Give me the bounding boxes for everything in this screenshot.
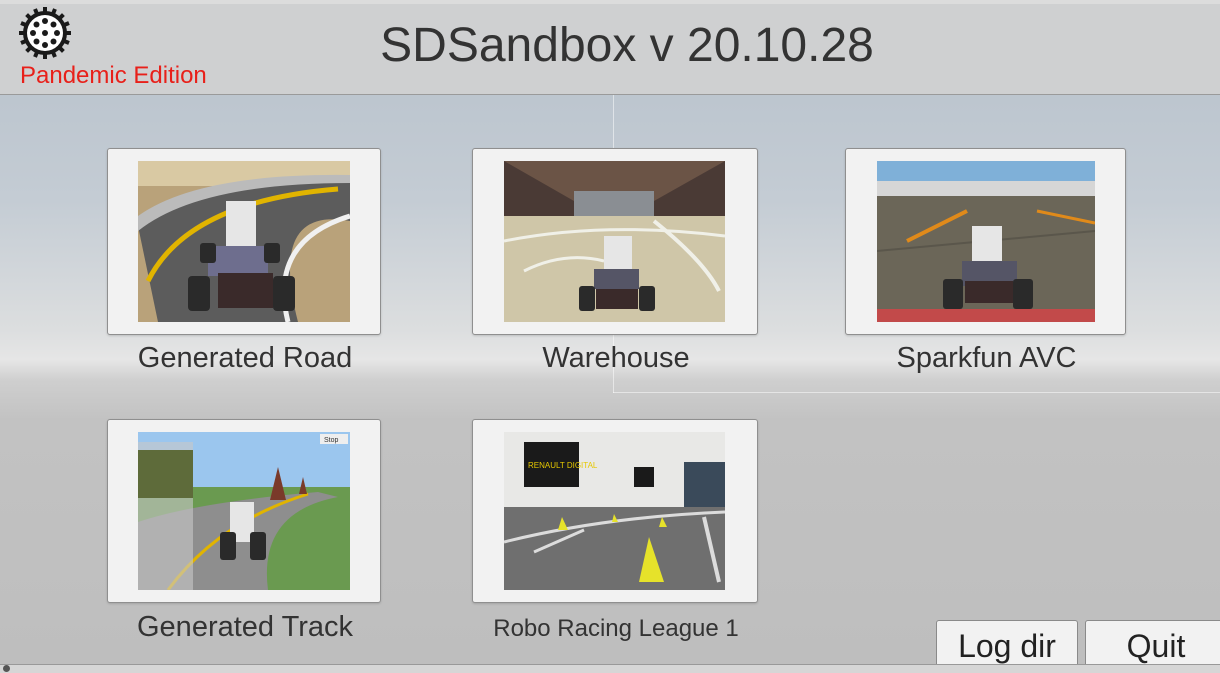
scene-card-generated-road[interactable] bbox=[107, 148, 381, 335]
generated-road-thumbnail bbox=[138, 161, 350, 322]
scene-card-warehouse[interactable] bbox=[472, 148, 758, 335]
renault-digital-sign: RENAULT DIGITAL bbox=[528, 461, 598, 470]
robo-racing-league-thumbnail: RENAULT DIGITAL bbox=[504, 432, 725, 590]
header-bar: Pandemic Edition SDSandbox v 20.10.28 bbox=[0, 4, 1220, 95]
track-stop-label: Stop bbox=[324, 437, 339, 444]
generated-track-thumbnail: Stop bbox=[138, 432, 350, 590]
sparkfun-avc-thumbnail bbox=[877, 161, 1095, 322]
scene-label-generated-road[interactable]: Generated Road bbox=[107, 342, 383, 375]
scene-label-robo-racing-league-1[interactable]: Robo Racing League 1 bbox=[472, 615, 760, 643]
scene-card-sparkfun-avc[interactable] bbox=[845, 148, 1126, 335]
scene-label-warehouse[interactable]: Warehouse bbox=[472, 342, 760, 375]
app-title: SDSandbox v 20.10.28 bbox=[380, 19, 874, 72]
scene-card-robo-racing-league-1[interactable]: RENAULT DIGITAL bbox=[472, 419, 758, 603]
info-icon bbox=[3, 665, 10, 672]
background-divider bbox=[613, 392, 1220, 393]
scene-card-generated-track[interactable]: Stop bbox=[107, 419, 381, 603]
scene-label-sparkfun-avc[interactable]: Sparkfun AVC bbox=[845, 342, 1128, 375]
scene-label-generated-track[interactable]: Generated Track bbox=[107, 611, 383, 644]
warehouse-thumbnail bbox=[504, 161, 725, 322]
